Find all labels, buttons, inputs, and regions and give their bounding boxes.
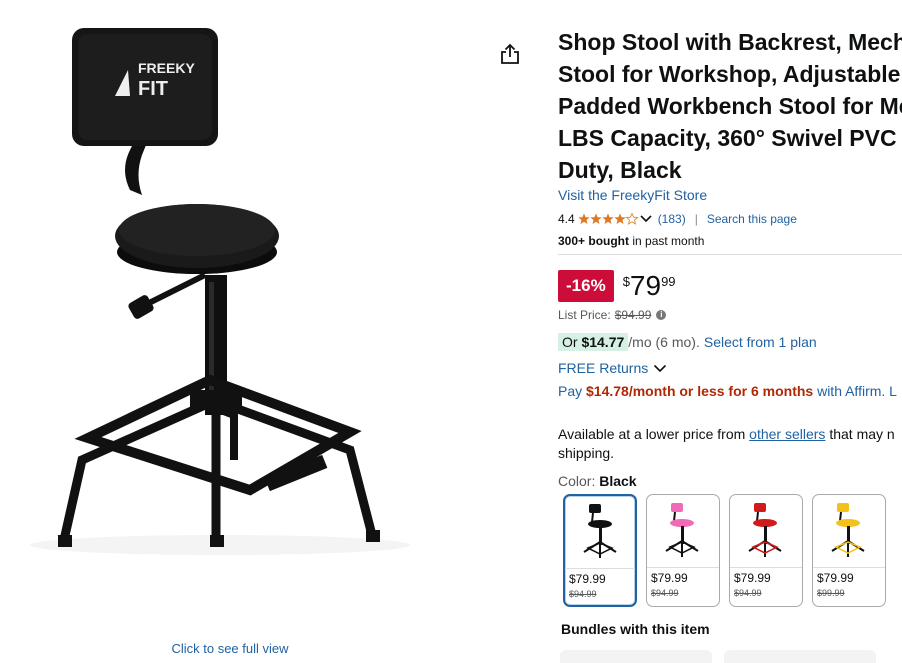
chevron-down-icon[interactable] — [640, 215, 652, 223]
review-count-link[interactable]: (183) — [658, 212, 686, 226]
price-row: -16% $ 79 99 — [558, 270, 676, 304]
search-this-page-link[interactable]: Search this page — [707, 212, 797, 226]
discount-badge: -16% — [558, 270, 614, 302]
swatch-thumbnail — [831, 503, 865, 557]
product-image-area: FREEKY FIT Click to see full view — [0, 0, 470, 663]
swatch-thumbnail — [748, 503, 782, 557]
swatch-red[interactable]: $79.99 $94.99 — [729, 494, 803, 607]
product-image[interactable]: FREEKY FIT — [20, 20, 440, 565]
see-full-view-link[interactable]: Click to see full view — [0, 641, 460, 656]
separator: | — [694, 212, 698, 226]
swatch-thumbnail — [583, 504, 617, 558]
color-label: Color: Black — [558, 473, 637, 489]
info-icon[interactable]: i — [656, 310, 667, 320]
monthly-payment-row: Or $14.77 /mo (6 mo). Select from 1 plan — [558, 333, 817, 351]
other-sellers-link[interactable]: other sellers — [749, 426, 825, 442]
bundle-card[interactable] — [724, 650, 876, 663]
bundles-heading: Bundles with this item — [561, 621, 710, 637]
list-price: List Price: $94.99 i — [558, 308, 667, 322]
monthly-payment-pill: Or $14.77 — [558, 333, 629, 351]
price-fraction: 99 — [661, 274, 676, 289]
swatch-old-price: $94.99 — [569, 589, 597, 599]
selected-color: Black — [599, 473, 637, 489]
swatch-price: $79.99 — [569, 572, 606, 586]
product-title: Shop Stool with Backrest, Mech Stool for… — [558, 29, 902, 183]
price-currency: $ — [622, 274, 630, 289]
store-link[interactable]: Visit the FreekyFit Store — [558, 187, 707, 203]
swatch-pink[interactable]: $79.99 $94.99 — [646, 494, 720, 607]
logo-text-bottom: FIT — [138, 78, 168, 100]
bought-in-past-month: 300+ bought in past month — [558, 234, 705, 248]
rating-number: 4.4 — [558, 212, 575, 226]
swatch-black[interactable]: $79.99 $94.99 — [563, 494, 637, 607]
swatch-old-price: $94.99 — [651, 588, 679, 598]
availability-note: Available at a lower price from other se… — [558, 426, 895, 461]
select-plan-link[interactable]: Select from 1 plan — [704, 334, 817, 350]
chevron-down-icon — [654, 364, 667, 372]
swatch-thumbnail — [665, 503, 699, 557]
swatch-price: $79.99 — [734, 571, 771, 585]
star-rating-icon[interactable] — [578, 213, 638, 225]
swatch-old-price: $94.99 — [734, 588, 762, 598]
free-returns-link[interactable]: FREE Returns — [558, 360, 667, 376]
bundle-card[interactable] — [560, 650, 712, 663]
color-swatches: $79.99 $94.99 $79.99 $94.99 $79.99 $94.9… — [563, 494, 895, 607]
price-whole: 79 — [629, 270, 662, 301]
affirm-offer[interactable]: Pay $14.78/month or less for 6 months wi… — [558, 383, 897, 399]
swatch-price: $79.99 — [817, 571, 854, 585]
rating-row: 4.4 (183) | Search this page — [558, 211, 797, 227]
swatch-old-price: $99.99 — [817, 588, 845, 598]
logo-text-top: FREEKY — [138, 60, 195, 76]
product-details: Shop Stool with Backrest, Mech Stool for… — [558, 0, 902, 663]
price: $ 79 99 — [623, 270, 676, 302]
list-price-value: $94.99 — [614, 308, 652, 322]
divider — [558, 254, 902, 255]
share-icon[interactable] — [499, 42, 521, 66]
swatch-price: $79.99 — [651, 571, 688, 585]
swatch-yellow[interactable]: $79.99 $99.99 — [812, 494, 886, 607]
